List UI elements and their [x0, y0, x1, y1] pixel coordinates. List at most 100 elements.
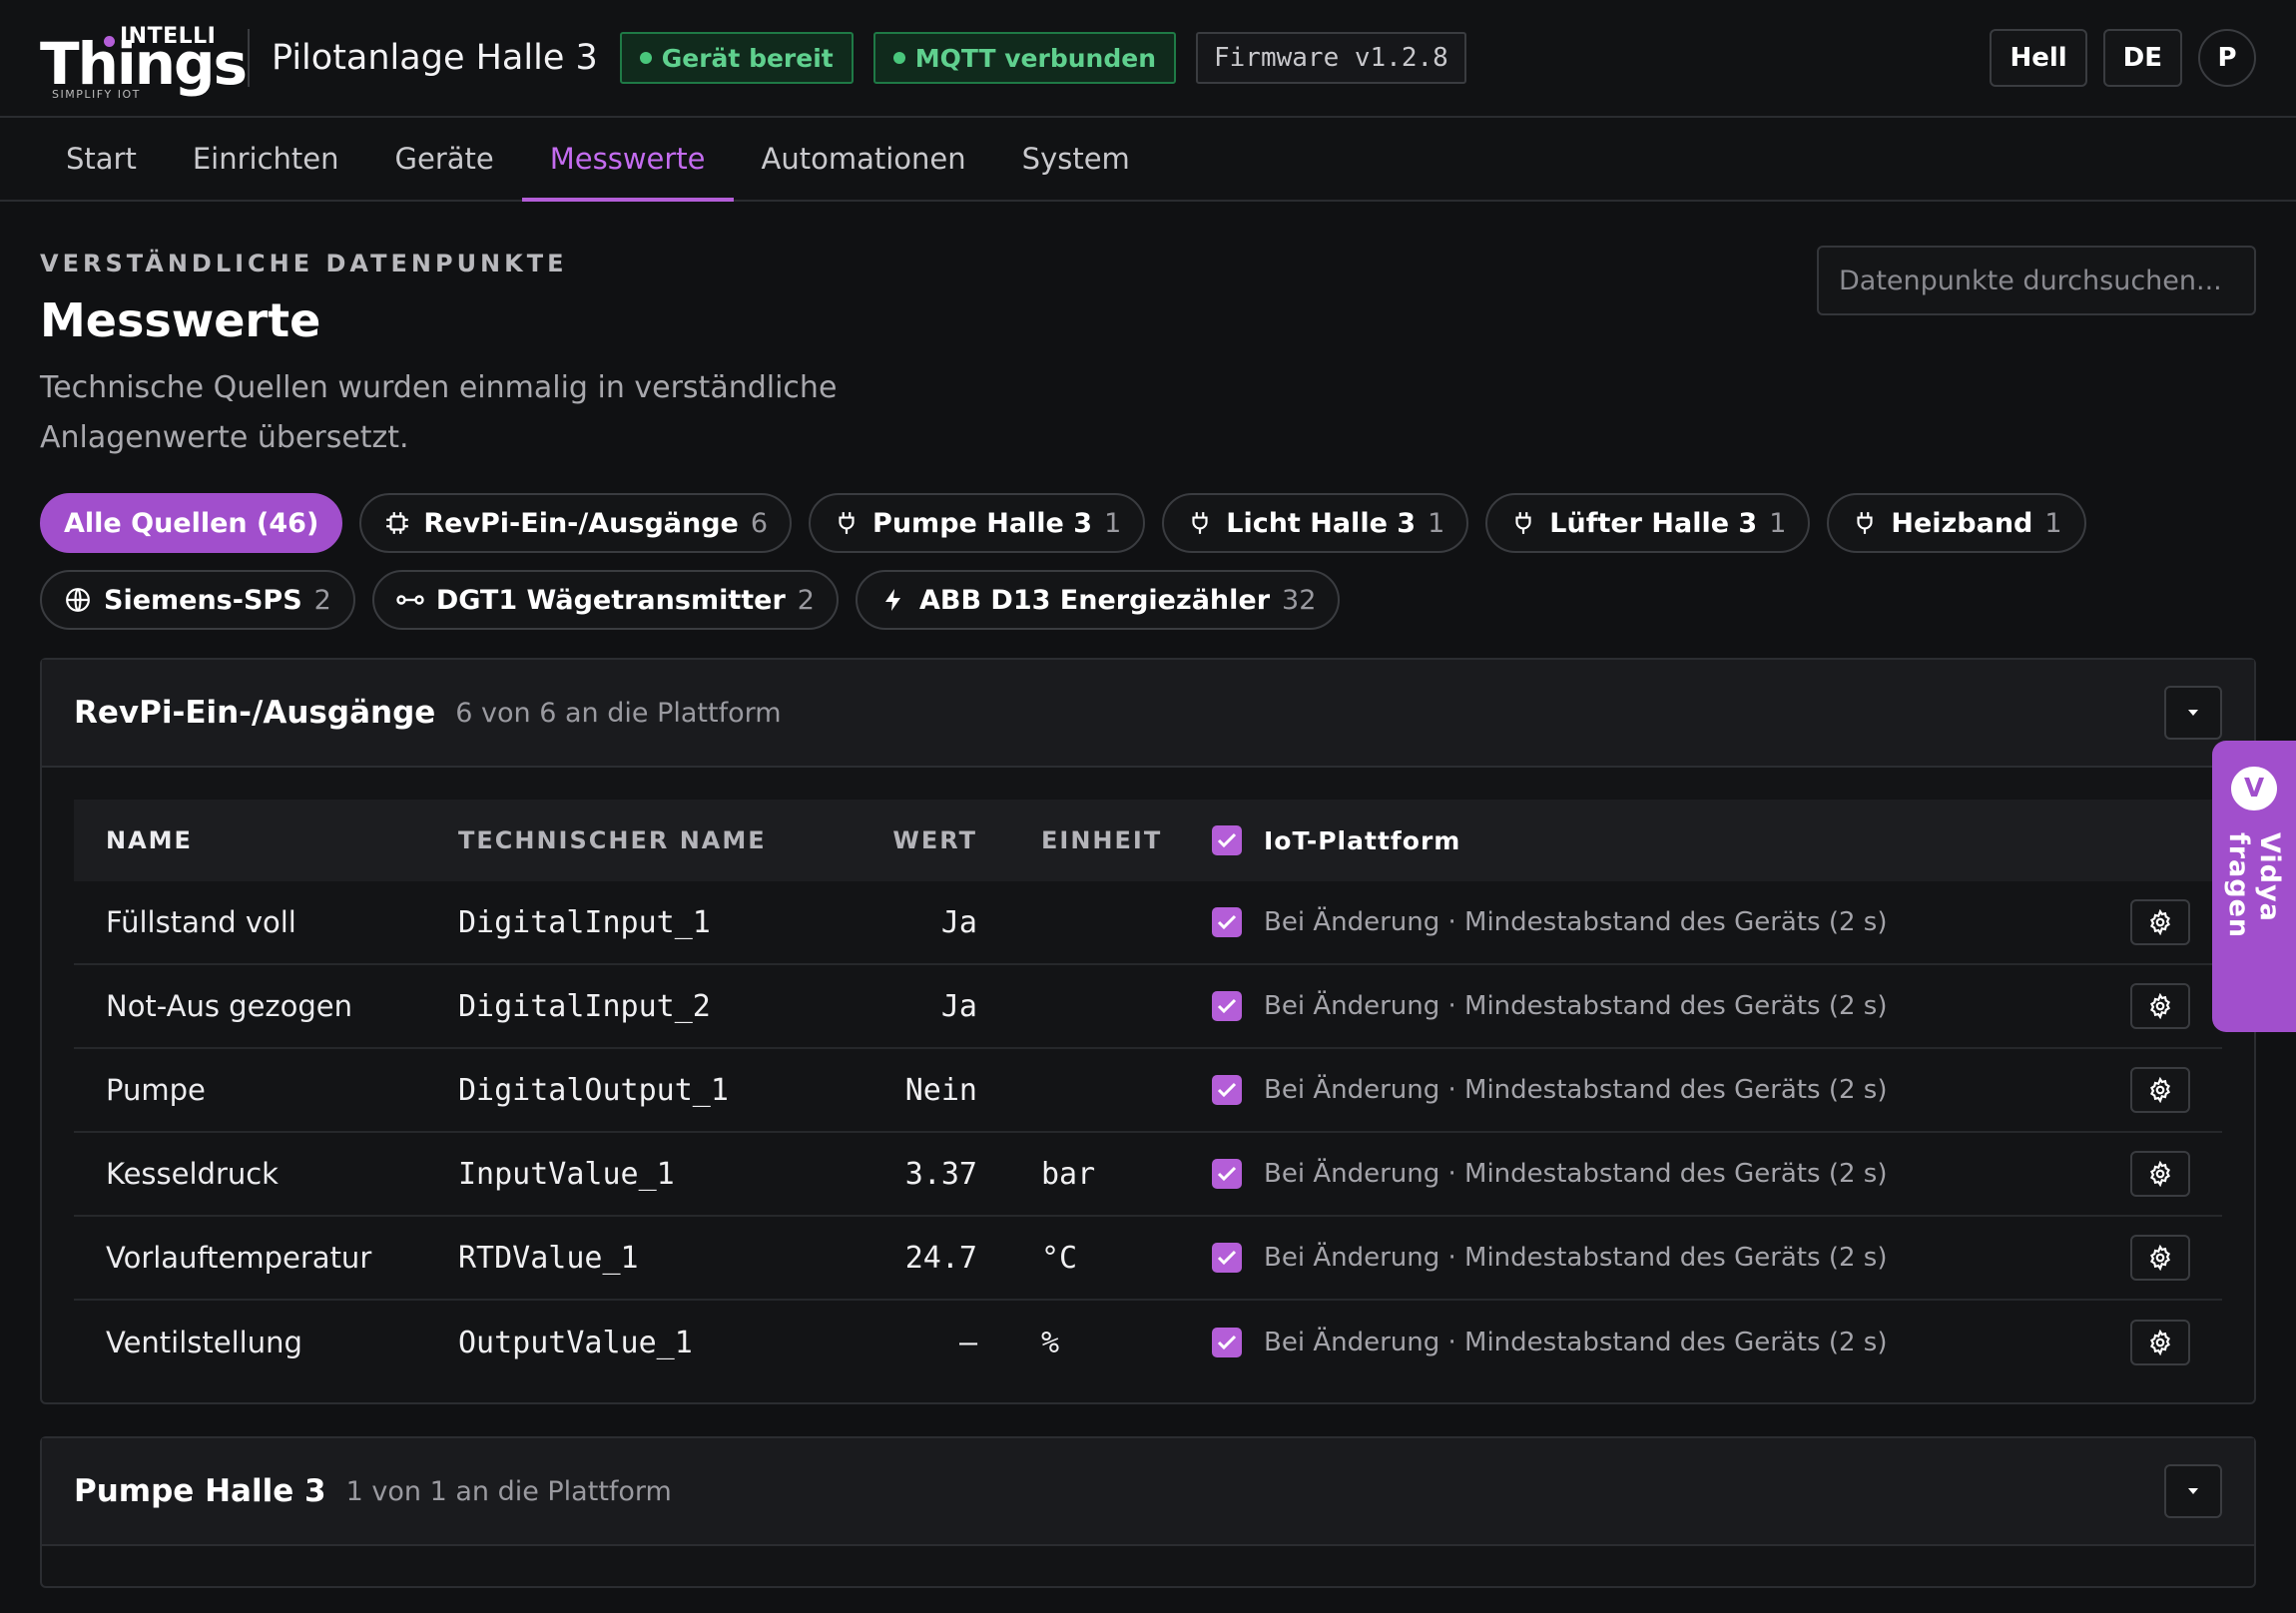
status-dot-icon: [892, 52, 905, 64]
table-row: Ventilstellung OutputValue_1 – % Bei Änd…: [74, 1301, 2222, 1384]
logo-tagline: SIMPLIFY IOT: [52, 88, 141, 101]
row-platform: Bei Änderung · Mindestabstand des Geräts…: [1212, 1328, 2130, 1357]
collapse-button[interactable]: [2164, 686, 2222, 740]
row-value: –: [958, 1325, 977, 1360]
row-platform: Bei Änderung · Mindestabstand des Geräts…: [1212, 1075, 2130, 1105]
language-button[interactable]: DE: [2102, 29, 2182, 87]
caret-down-icon: [2188, 710, 2198, 716]
platform-header-label: IoT-Plattform: [1264, 825, 1461, 855]
page-description: Technische Quellen wurden einmalig in ve…: [40, 370, 838, 455]
row-unit: bar: [1041, 1156, 1096, 1192]
select-all-checkbox[interactable]: [1212, 825, 1242, 855]
device-status-label: Gerät bereit: [661, 43, 834, 73]
theme-toggle-button[interactable]: Hell: [1990, 29, 2087, 87]
chip-label: Licht Halle 3: [1226, 507, 1417, 539]
chip-dgt1[interactable]: DGT1 Wägetransmitter 2: [371, 570, 839, 630]
chip-count: 6: [750, 507, 769, 539]
row-settings-button[interactable]: [2130, 1320, 2190, 1365]
chip-siemens-sps[interactable]: Siemens-SPS 2: [40, 570, 355, 630]
chip-label: DGT1 Wägetransmitter: [435, 584, 786, 616]
bolt-icon: [879, 586, 907, 614]
chip-revpi[interactable]: RevPi-Ein-/Ausgänge 6: [359, 493, 793, 553]
nav-geraete[interactable]: Geräte: [367, 118, 522, 200]
group-card-pumpe-halle-3: Pumpe Halle 3 1 von 1 an die Plattform: [40, 1436, 2256, 1588]
row-settings-button[interactable]: [2130, 1151, 2190, 1197]
chip-luefter-halle-3[interactable]: Lüfter Halle 3 1: [1485, 493, 1811, 553]
nav-start[interactable]: Start: [38, 118, 165, 200]
search-input[interactable]: [1817, 246, 2256, 315]
chip-licht-halle-3[interactable]: Licht Halle 3 1: [1162, 493, 1469, 553]
check-icon: [1217, 1335, 1237, 1350]
row-tech-name: DigitalInput_1: [458, 904, 711, 940]
row-tech-name: InputValue_1: [458, 1156, 675, 1192]
nav-einrichten[interactable]: Einrichten: [165, 118, 367, 200]
header-divider: [248, 29, 250, 87]
row-platform: Bei Änderung · Mindestabstand des Geräts…: [1212, 907, 2130, 937]
caret-down-icon: [2188, 1488, 2198, 1494]
mqtt-status-label: MQTT verbunden: [914, 43, 1156, 73]
platform-checkbox[interactable]: [1212, 1328, 1242, 1357]
top-bar: INTELLI Things SIMPLIFY IOT Pilotanlage …: [0, 0, 2296, 118]
check-icon: [1217, 998, 1237, 1014]
main-nav: Start Einrichten Geräte Messwerte Automa…: [0, 118, 2296, 202]
ask-assistant-tab[interactable]: V Vidya fragen: [2212, 741, 2296, 1032]
platform-checkbox[interactable]: [1212, 907, 1242, 937]
column-header-platform: IoT-Plattform: [1212, 825, 2222, 855]
chip-count: 1: [1104, 507, 1122, 539]
gear-icon: [2150, 909, 2170, 935]
check-icon: [1217, 1250, 1237, 1266]
device-status-badge: Gerät bereit: [619, 32, 854, 84]
group-title: Pumpe Halle 3: [74, 1473, 326, 1509]
row-rule: Bei Änderung · Mindestabstand des Geräts…: [1264, 1328, 1888, 1357]
nav-system[interactable]: System: [994, 118, 1158, 200]
collapse-button[interactable]: [2164, 1464, 2222, 1518]
row-settings-button[interactable]: [2130, 1067, 2190, 1113]
status-dot-icon: [639, 52, 652, 64]
row-settings-button[interactable]: [2130, 983, 2190, 1029]
column-header-name: NAME: [106, 826, 193, 854]
row-settings-button[interactable]: [2130, 1235, 2190, 1281]
nav-automationen[interactable]: Automationen: [734, 118, 994, 200]
header-actions: Hell DE P: [1990, 29, 2256, 87]
row-rule: Bei Änderung · Mindestabstand des Geräts…: [1264, 1159, 1888, 1189]
row-name: Vorlauftemperatur: [106, 1241, 372, 1275]
group-header: Pumpe Halle 3 1 von 1 an die Plattform: [42, 1438, 2254, 1546]
platform-checkbox[interactable]: [1212, 1075, 1242, 1105]
globe-icon: [64, 586, 92, 614]
group-subtitle: 1 von 1 an die Plattform: [345, 1475, 672, 1507]
assistant-label: Vidya fragen: [2223, 832, 2285, 939]
chip-heizband[interactable]: Heizband 1: [1827, 493, 2086, 553]
row-value: Ja: [940, 904, 977, 940]
row-tech-name: RTDValue_1: [458, 1240, 639, 1276]
group-subtitle: 6 von 6 an die Plattform: [455, 697, 782, 729]
chip-count: 2: [797, 584, 815, 616]
user-avatar-button[interactable]: P: [2198, 29, 2256, 87]
group-card-revpi: RevPi-Ein-/Ausgänge 6 von 6 an die Platt…: [40, 658, 2256, 1404]
row-name: Kesseldruck: [106, 1157, 279, 1191]
nav-messwerte[interactable]: Messwerte: [521, 118, 734, 202]
chip-all-sources[interactable]: Alle Quellen (46): [40, 493, 343, 553]
table-row: Kesseldruck InputValue_1 3.37 bar Bei Än…: [74, 1133, 2222, 1217]
platform-checkbox[interactable]: [1212, 991, 1242, 1021]
platform-checkbox[interactable]: [1212, 1243, 1242, 1273]
brand-logo[interactable]: INTELLI Things SIMPLIFY IOT: [40, 18, 248, 101]
row-unit: %: [1041, 1325, 1060, 1360]
group-title: RevPi-Ein-/Ausgänge: [74, 695, 436, 731]
column-header-unit: EINHEIT: [1041, 826, 1163, 854]
chip-pumpe-halle-3[interactable]: Pumpe Halle 3 1: [809, 493, 1146, 553]
row-platform: Bei Änderung · Mindestabstand des Geräts…: [1212, 991, 2130, 1021]
row-tech-name: DigitalInput_2: [458, 988, 711, 1024]
chip-label: ABB D13 Energiezähler: [918, 584, 1271, 616]
chip-abb-d13[interactable]: ABB D13 Energiezähler 32: [855, 570, 1341, 630]
column-header-value: WERT: [892, 826, 977, 854]
row-rule: Bei Änderung · Mindestabstand des Geräts…: [1264, 1075, 1888, 1105]
group-header: RevPi-Ein-/Ausgänge 6 von 6 an die Platt…: [42, 660, 2254, 768]
table-row: Not-Aus gezogen DigitalInput_2 Ja Bei Än…: [74, 965, 2222, 1049]
row-value: Ja: [940, 988, 977, 1024]
plug-icon: [1851, 509, 1879, 537]
platform-checkbox[interactable]: [1212, 1159, 1242, 1189]
chip-label: Pumpe Halle 3: [872, 507, 1093, 539]
row-value: Nein: [904, 1072, 977, 1108]
chip-count: 2: [313, 584, 331, 616]
row-settings-button[interactable]: [2130, 899, 2190, 945]
